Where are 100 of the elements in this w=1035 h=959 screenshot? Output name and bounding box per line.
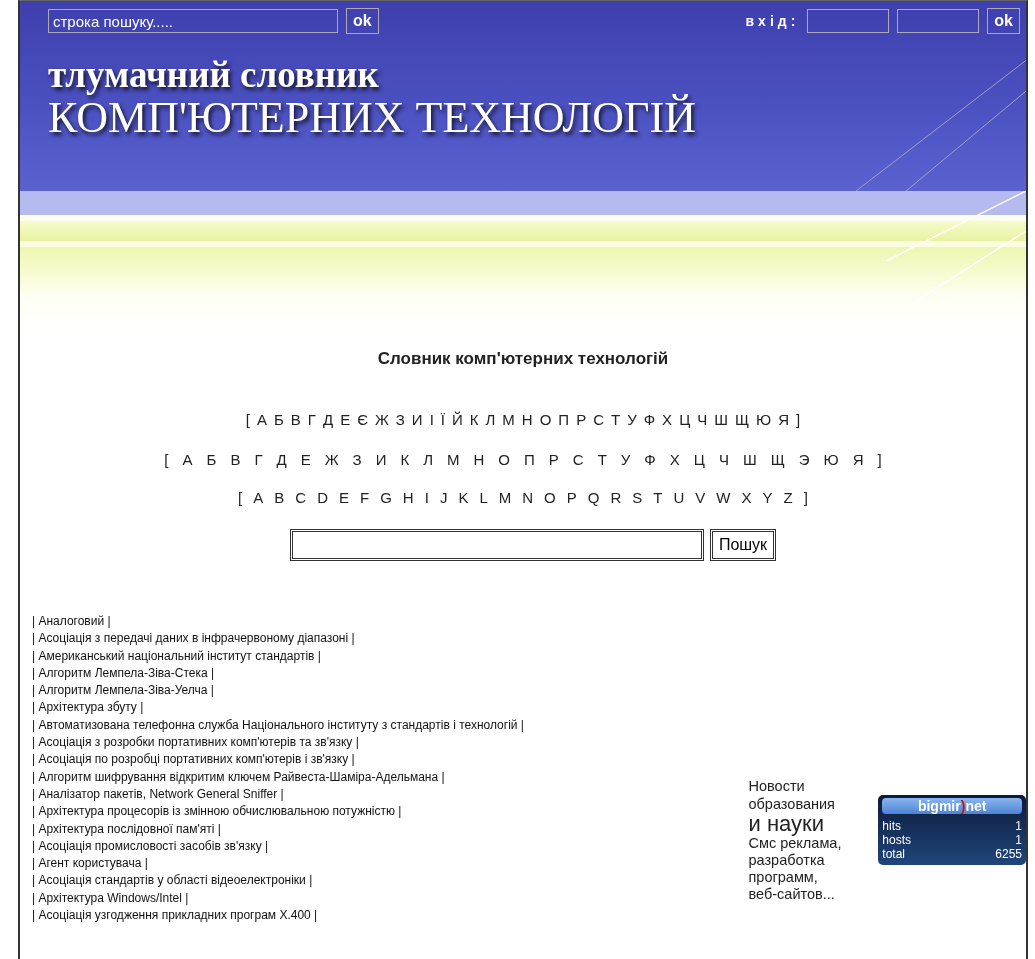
term-link[interactable]: | Асоціація з передачі даних в інфрачервоному діапазоні | [32,630,743,648]
letter-link[interactable]: Z [783,488,793,506]
term-link[interactable]: | Агент користувача | [32,855,743,873]
letter-link[interactable]: В [290,410,301,428]
letter-link[interactable]: Y [762,488,773,506]
letter-link[interactable]: І [429,410,434,428]
letter-link[interactable]: D [317,488,328,506]
letter-link[interactable]: Е [340,410,351,428]
ad-link[interactable]: Новости образования [748,777,845,813]
letter-link[interactable]: S [632,488,643,506]
letter-link[interactable]: В [230,450,241,468]
term-link[interactable]: | Алгоритм Лемпела-Зіва-Уелча | [32,682,743,700]
letter-link[interactable]: У [620,450,631,468]
letter-link[interactable]: Ц [679,410,691,428]
letter-link[interactable]: K [458,488,469,506]
term-link[interactable]: | Архітектура послідовної пам'яті | [32,820,743,838]
term-link[interactable]: | Асоціація з розробки портативних комп'ютерів та зв'язку | [32,734,743,752]
letter-link[interactable]: P [566,488,577,506]
letter-link[interactable]: З [352,450,362,468]
letter-link[interactable]: M [498,488,512,506]
letter-link[interactable]: Б [273,410,284,428]
letter-link[interactable]: Ж [374,410,389,428]
letter-link[interactable]: Ч [718,450,729,468]
ad-link[interactable]: и науки [748,813,845,835]
ad-link[interactable]: Смс реклама, разработка программ, веб-сайтов... [748,835,845,903]
term-link[interactable]: | Автоматизована телефонна служба Національного інституту з стандартів і технологій | [32,716,743,735]
letter-link[interactable]: П [524,450,535,468]
term-link[interactable]: | Архітектура процесорів із змінною обчислювальною потужністю | [32,803,743,821]
letter-link[interactable]: Ц [693,450,705,468]
letter-link[interactable]: O [544,488,556,506]
letter-link[interactable]: Ф [644,450,656,468]
letter-link[interactable]: Ж [324,450,339,468]
letter-link[interactable]: Н [521,410,533,428]
letter-link[interactable]: Х [669,450,680,468]
letter-link[interactable]: A [253,488,264,506]
letter-link[interactable]: Р [548,450,559,468]
letter-link[interactable]: Т [611,410,621,428]
letter-link[interactable]: С [572,450,584,468]
letter-link[interactable]: С [593,410,604,428]
letter-link[interactable]: У [627,410,637,428]
letter-link[interactable]: Є [357,410,368,428]
letter-link[interactable]: Ш [714,410,728,428]
letter-link[interactable]: Ю [823,450,839,468]
term-link[interactable]: | Алгоритм шифрування відкритим ключем Райвеста-Шаміра-Адельмана | [32,768,743,786]
login-field[interactable] [807,9,890,33]
term-link[interactable]: | Аналізатор пакетів, Network General Sniffer | [32,785,743,804]
letter-link[interactable]: Й [451,410,463,428]
letter-link[interactable]: М [502,410,515,428]
letter-link[interactable]: Q [587,488,600,506]
letter-link[interactable]: N [522,488,534,506]
search-field[interactable]: строка пошуку..... [48,9,338,33]
letter-link[interactable]: W [716,488,731,506]
letter-link[interactable]: G [380,488,392,506]
letter-link[interactable]: Ф [643,410,656,428]
letter-link[interactable]: L [479,488,488,506]
letter-link[interactable]: Г [254,450,263,468]
letter-link[interactable]: Н [473,450,485,468]
letter-link[interactable]: Э [798,450,810,468]
letter-link[interactable]: X [741,488,752,506]
letter-link[interactable]: Х [662,410,673,428]
letter-link[interactable]: Я [852,450,864,468]
letter-link[interactable]: И [375,450,387,468]
login-button[interactable]: ok [987,8,1020,34]
letter-link[interactable]: Д [322,410,334,428]
letter-link[interactable]: Ш [742,450,757,468]
letter-link[interactable]: К [469,410,479,428]
search-button[interactable]: Пошук [709,529,777,561]
letter-link[interactable]: U [673,488,685,506]
visit-counter[interactable]: bigmir)net hits 1 hosts 1 total 6255 [878,795,1026,865]
term-link[interactable]: | Американський національний інститут стандартів | [32,647,743,665]
term-link[interactable]: | Архітектура Windows/Intel | [32,889,743,908]
search-button[interactable]: ok [346,8,379,34]
letter-link[interactable]: H [402,488,414,506]
letter-link[interactable]: О [498,450,510,468]
letter-link[interactable]: Д [276,450,287,468]
password-field[interactable] [897,9,980,33]
letter-link[interactable]: З [395,410,405,428]
term-link[interactable]: | Асоціація узгодження прикладних програм X.400 | [32,907,743,925]
letter-link[interactable]: E [339,488,349,506]
letter-link[interactable]: Т [597,450,607,468]
letter-link[interactable]: К [400,450,410,468]
letter-link[interactable]: Ю [756,410,772,428]
letter-link[interactable]: F [360,488,370,506]
term-link[interactable]: | Асоціація по розробці портативних комп'ютерів і зв'язку | [32,751,743,769]
term-link[interactable]: | Асоціація промисловості засобів зв'язку | [32,837,743,856]
letter-link[interactable]: И [411,410,423,428]
letter-link[interactable]: П [558,410,570,428]
term-link[interactable]: | Архітектура збуту | [32,699,743,717]
letter-link[interactable]: V [695,488,706,506]
letter-link[interactable]: А [256,410,267,428]
letter-link[interactable]: Г [307,410,316,428]
letter-link[interactable]: T [653,488,663,506]
letter-link[interactable]: А [182,450,193,468]
letter-link[interactable]: I [424,488,429,506]
letter-link[interactable]: R [610,488,622,506]
letter-link[interactable]: B [274,488,285,506]
letter-link[interactable]: C [295,488,307,506]
letter-link[interactable]: Л [485,410,496,428]
letter-link[interactable]: Ч [697,410,708,428]
letter-link[interactable]: О [539,410,552,428]
